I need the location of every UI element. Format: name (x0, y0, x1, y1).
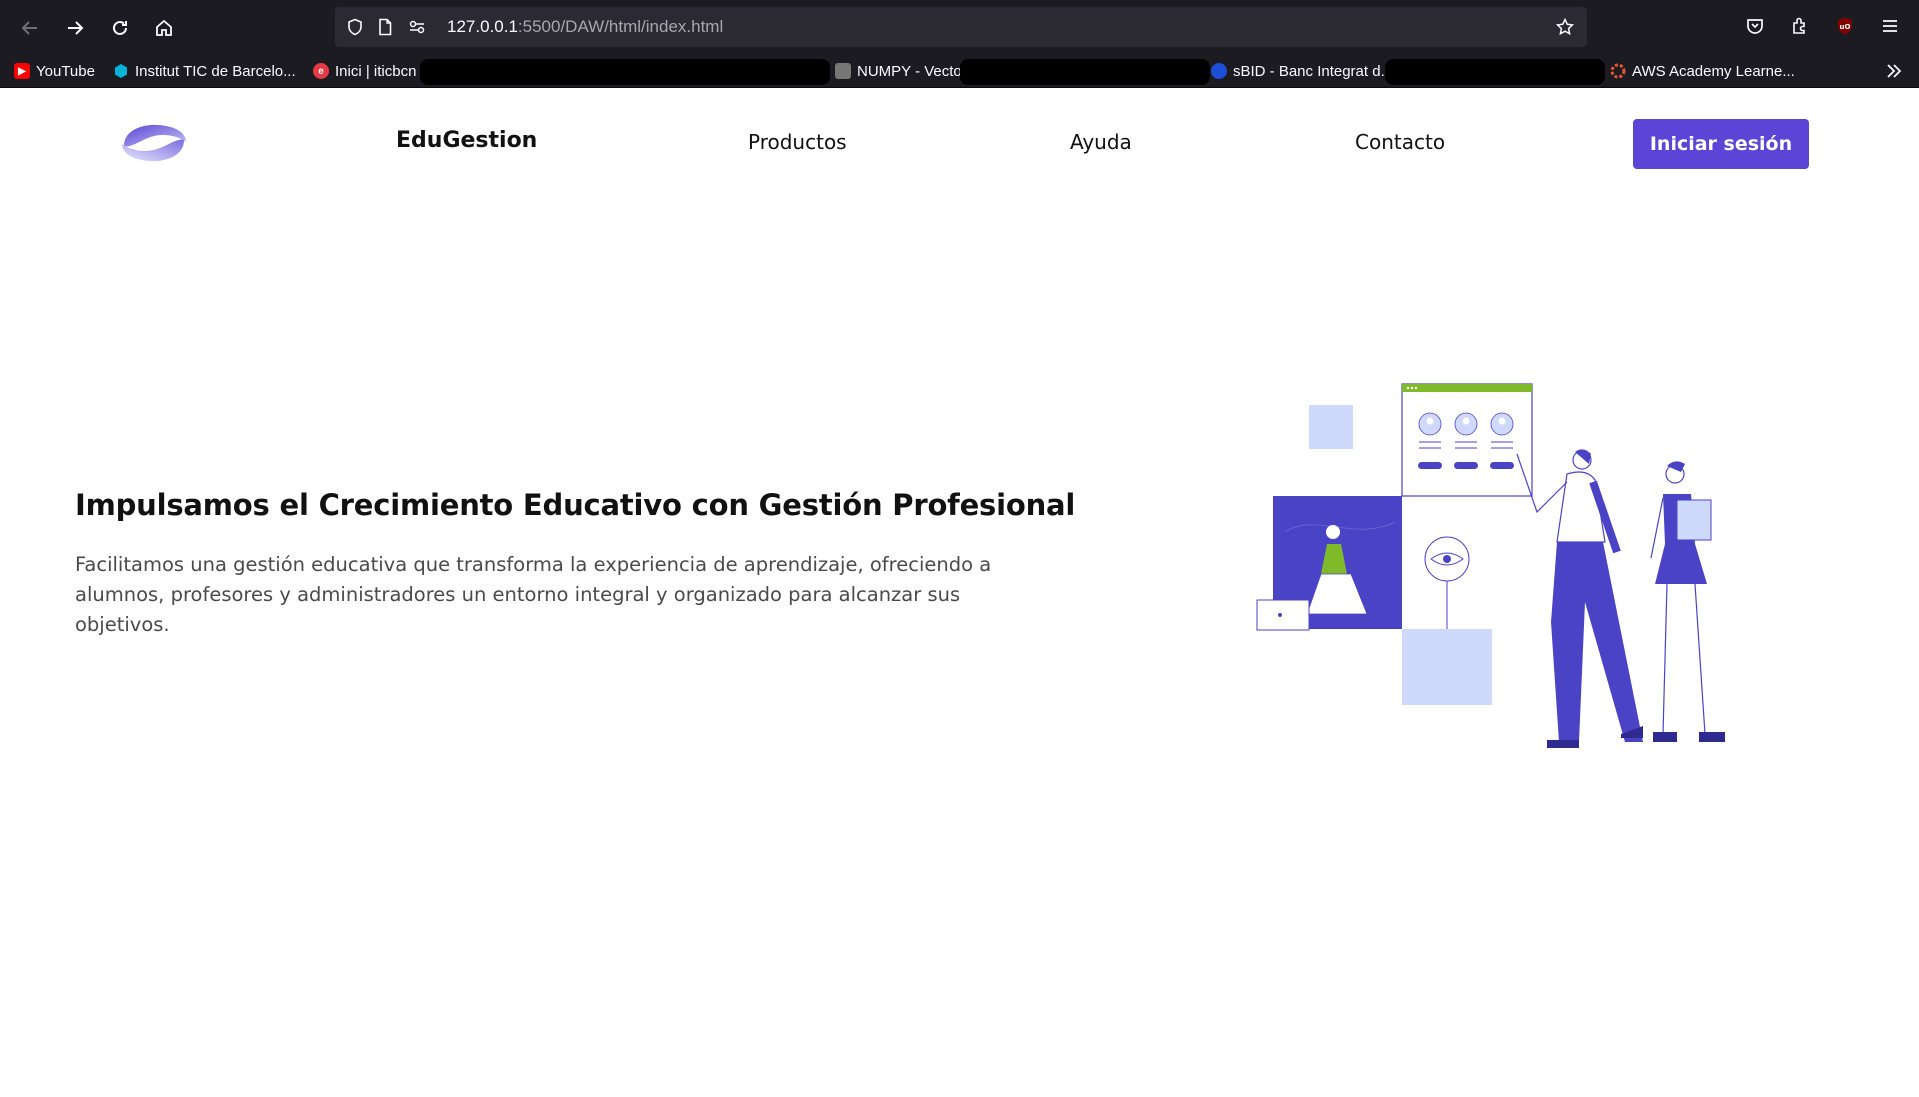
reload-button[interactable] (104, 12, 136, 44)
chevron-double-right-icon (1887, 64, 1902, 78)
url-host: 127.0.0.1 (447, 17, 518, 36)
menu-icon[interactable] (1878, 14, 1902, 38)
bookmark-label: Institut TIC de Barcelo... (135, 62, 296, 80)
institut-tic-icon (113, 63, 129, 79)
bookmark-star-icon[interactable] (1555, 17, 1575, 37)
bookmark-sbid[interactable]: sBID - Banc Integrat d... (1211, 59, 1393, 83)
url-bar[interactable]: 127.0.0.1:5500/DAW/html/index.html (335, 7, 1587, 47)
extensions-icon[interactable] (1788, 14, 1812, 38)
arrow-left-icon (21, 21, 37, 35)
nav-ayuda[interactable]: Ayuda (1070, 130, 1132, 154)
logo[interactable] (118, 118, 190, 168)
page-icon[interactable] (375, 17, 395, 37)
nav-productos[interactable]: Productos (748, 130, 847, 154)
pocket-icon[interactable] (1743, 14, 1767, 38)
redacted-bookmarks (960, 59, 1210, 85)
reload-icon (113, 20, 127, 35)
home-icon (156, 19, 172, 36)
home-button[interactable] (148, 12, 180, 44)
url-path: :5500/DAW/html/index.html (517, 17, 724, 36)
logo-icon (122, 124, 186, 162)
browser-toolbar: 127.0.0.1:5500/DAW/html/index.html uO (0, 0, 1919, 55)
redacted-bookmarks (420, 59, 830, 85)
svg-text:uO: uO (1840, 23, 1851, 31)
forward-button[interactable] (59, 12, 91, 44)
bookmark-institut-tic[interactable]: Institut TIC de Barcelo... (113, 59, 296, 83)
shield-icon[interactable] (345, 17, 365, 37)
bookmark-label: sBID - Banc Integrat d... (1233, 62, 1394, 80)
arrow-right-icon (68, 21, 84, 35)
hero-title: Impulsamos el Crecimiento Educativo con … (75, 488, 1076, 522)
numpy-icon (835, 63, 851, 79)
bookmark-label: YouTube (36, 62, 95, 80)
url-text[interactable]: 127.0.0.1:5500/DAW/html/index.html (447, 17, 723, 37)
bookmark-iticbcn[interactable]: e Inici | iticbcn (313, 59, 416, 83)
education-team-illustration (1256, 383, 1725, 748)
hero-text: Facilitamos una gestión educativa que tr… (75, 553, 992, 636)
redacted-bookmarks (1385, 59, 1605, 85)
bookmarks-overflow-button[interactable] (1883, 60, 1905, 82)
bookmark-label: Inici | iticbcn (335, 62, 417, 80)
bookmark-youtube[interactable]: ▶ YouTube (14, 59, 95, 83)
iticbcn-icon: e (313, 63, 329, 79)
bookmark-label: AWS Academy Learne... (1632, 62, 1795, 80)
brand-name[interactable]: EduGestion (396, 128, 537, 153)
ublock-icon[interactable]: uO (1833, 14, 1857, 38)
bookmarks-bar: ▶ YouTube Institut TIC de Barcelo... e I… (0, 55, 1919, 88)
youtube-icon: ▶ (14, 63, 30, 79)
permissions-icon[interactable] (407, 17, 427, 37)
bookmark-aws[interactable]: AWS Academy Learne... (1610, 59, 1795, 83)
hero-illustration (1255, 382, 1740, 757)
nav-contacto[interactable]: Contacto (1355, 130, 1445, 154)
sbid-icon (1211, 63, 1227, 79)
login-button[interactable]: Iniciar sesión (1633, 119, 1809, 169)
aws-icon (1610, 63, 1626, 79)
back-button[interactable] (14, 12, 46, 44)
site-header: EduGestion Productos Ayuda Contacto Inic… (0, 88, 1919, 200)
